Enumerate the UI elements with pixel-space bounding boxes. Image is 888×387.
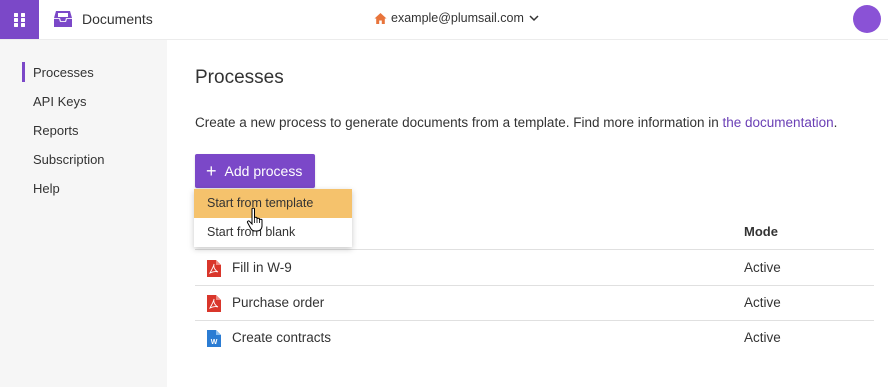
sidebar-item-reports[interactable]: Reports — [33, 123, 79, 138]
plus-icon: + — [206, 161, 217, 181]
process-mode: Active — [744, 330, 781, 345]
table-row[interactable]: Purchase order Active — [195, 286, 874, 320]
process-name: Fill in W-9 — [232, 260, 292, 275]
app-launcher-button[interactable] — [0, 0, 39, 39]
hand-pointer-icon — [246, 207, 263, 232]
chevron-down-icon — [529, 15, 539, 22]
documentation-link[interactable]: the documentation — [723, 115, 834, 130]
grid-icon — [13, 12, 25, 27]
top-bar: Documents example@plumsail.com — [0, 0, 888, 40]
account-email: example@plumsail.com — [391, 11, 524, 25]
sidebar-item-subscription[interactable]: Subscription — [33, 152, 105, 167]
home-icon — [374, 12, 387, 24]
process-mode: Active — [744, 295, 781, 310]
avatar[interactable] — [853, 5, 881, 33]
mode-column-header[interactable]: Mode — [744, 224, 778, 239]
svg-text:W: W — [211, 339, 218, 346]
pdf-icon — [207, 295, 221, 312]
table-row[interactable]: W Create contracts Active — [195, 321, 874, 355]
sidebar-item-processes[interactable]: Processes — [33, 65, 94, 80]
sidebar: Processes API Keys Reports Subscription … — [0, 40, 167, 387]
app-name: Documents — [82, 11, 153, 27]
table-row[interactable]: Fill in W-9 Active — [195, 251, 874, 285]
sidebar-item-api-keys[interactable]: API Keys — [33, 94, 86, 109]
menu-item-start-from-template[interactable]: Start from template — [194, 189, 352, 218]
pdf-icon — [207, 260, 221, 277]
active-indicator — [22, 62, 25, 82]
add-process-button[interactable]: + Add process — [195, 154, 315, 188]
add-process-label: Add process — [224, 163, 303, 179]
page-title: Processes — [195, 67, 284, 88]
process-mode: Active — [744, 260, 781, 275]
intro-text: Create a new process to generate documen… — [195, 115, 837, 130]
documents-tray-icon — [54, 11, 72, 27]
menu-item-start-from-blank[interactable]: Start from blank — [194, 218, 352, 247]
intro-sentence: Create a new process to generate documen… — [195, 115, 723, 130]
process-name: Purchase order — [232, 295, 325, 310]
table-divider — [195, 249, 874, 250]
add-process-menu: Start from template Start from blank — [194, 189, 352, 247]
sidebar-item-help[interactable]: Help — [33, 181, 60, 196]
intro-period: . — [833, 115, 838, 130]
process-name: Create contracts — [232, 330, 332, 345]
word-icon: W — [207, 330, 221, 347]
account-switcher[interactable]: example@plumsail.com — [374, 11, 539, 25]
